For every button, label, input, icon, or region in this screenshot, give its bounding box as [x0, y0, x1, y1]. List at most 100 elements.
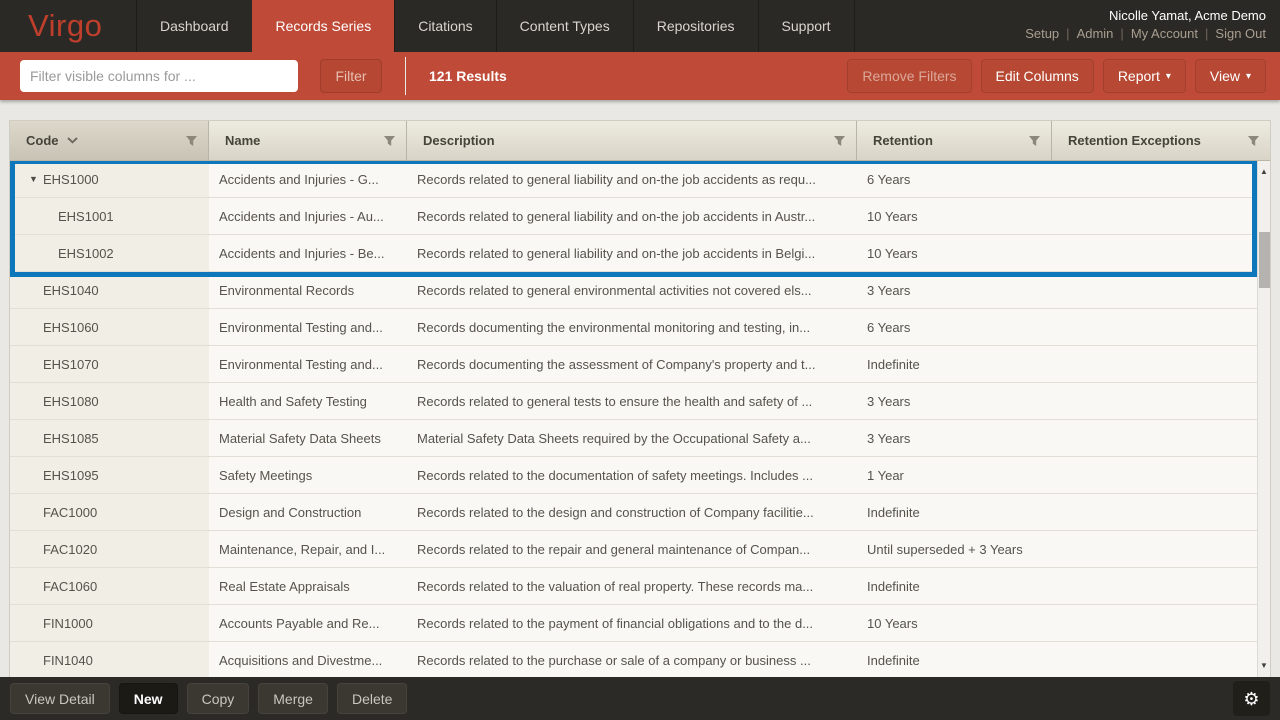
row-description: Records related to the valuation of real…	[417, 579, 813, 594]
row-code: FAC1060	[43, 579, 97, 594]
filter-funnel-icon[interactable]	[1028, 135, 1041, 147]
table-row[interactable]: EHS1002Accidents and Injuries - Be...Rec…	[10, 235, 1257, 272]
table-row[interactable]: EHS1080Health and Safety TestingRecords …	[10, 383, 1257, 420]
caret-down-icon: ▾	[1246, 71, 1251, 82]
row-retention: Indefinite	[867, 653, 920, 668]
row-name: Accidents and Injuries - G...	[219, 172, 379, 187]
main-nav-tabs: DashboardRecords SeriesCitationsContent …	[136, 0, 855, 52]
table-row[interactable]: FAC1020 Maintenance, Repair, and I... Reco…	[10, 531, 1257, 568]
table-row[interactable]: EHS1060 Environmental Testing and... Recor…	[10, 309, 1257, 346]
column-label: Name	[225, 133, 260, 148]
row-retention: 10 Years	[867, 209, 918, 224]
table-row[interactable]: FAC1060 Real Estate Appraisals Records rel…	[10, 568, 1257, 605]
table-row[interactable]: EHS1040 Environmental Records Records rela…	[10, 272, 1257, 309]
scroll-down-arrow-icon[interactable]: ▼	[1258, 662, 1270, 670]
link-admin[interactable]: Admin	[1077, 26, 1114, 41]
records-table: Code Name Description Retention Retention Ex…	[9, 120, 1271, 677]
tab-citations[interactable]: Citations	[394, 0, 495, 52]
row-code: FAC1000	[43, 505, 97, 520]
link-sign-out[interactable]: Sign Out	[1215, 26, 1266, 41]
filter-columns-input[interactable]	[20, 60, 298, 92]
scroll-up-arrow-icon[interactable]: ▲	[1258, 168, 1270, 176]
tab-repositories[interactable]: Repositories	[633, 0, 758, 52]
column-label: Retention	[873, 133, 933, 148]
table-row[interactable]: EHS1070Environmental Testing and...Recor…	[10, 346, 1257, 383]
settings-gear-button[interactable]: ⚙	[1233, 681, 1270, 716]
row-description: Records related to the payment of financ…	[417, 616, 813, 631]
row-description: Records related to general liability and…	[417, 172, 816, 187]
table-row[interactable]: FIN1040Acquisitions and Divestme...Recor…	[10, 642, 1257, 677]
column-header-description[interactable]: Description	[407, 121, 857, 160]
filter-button[interactable]: Filter	[320, 59, 382, 93]
row-name: Real Estate Appraisals	[219, 579, 350, 594]
table-row[interactable]: EHS1001Accidents and Injuries - Au...Rec…	[10, 198, 1257, 235]
tab-content-types[interactable]: Content Types	[496, 0, 633, 52]
sort-desc-icon	[67, 137, 78, 144]
row-name: Safety Meetings	[219, 468, 312, 483]
action-bar: View Detail New Copy Merge Delete ⚙	[0, 677, 1280, 720]
row-retention: 10 Years	[867, 246, 918, 261]
row-code: EHS1001	[58, 209, 114, 224]
filter-funnel-icon[interactable]	[1247, 135, 1260, 147]
link-separator: |	[1066, 26, 1069, 41]
remove-filters-button[interactable]: Remove Filters	[847, 59, 971, 93]
edit-columns-button[interactable]: Edit Columns	[981, 59, 1094, 93]
row-description: Records related to the documentation of …	[417, 468, 813, 483]
row-description: Records related to the purchase or sale …	[417, 653, 811, 668]
new-button[interactable]: New	[119, 683, 178, 714]
row-code: FAC1020	[43, 542, 97, 557]
view-detail-button[interactable]: View Detail	[10, 683, 110, 714]
tab-support[interactable]: Support	[758, 0, 855, 52]
table-row[interactable]: FAC1000Design and ConstructionRecords re…	[10, 494, 1257, 531]
row-name: Environmental Records	[219, 283, 354, 298]
view-label: View	[1210, 68, 1240, 84]
scrollbar-thumb[interactable]	[1259, 232, 1270, 288]
row-description: Records documenting the assessment of Co…	[417, 357, 815, 372]
row-description: Records related to general environmental…	[417, 283, 812, 298]
link-my-account[interactable]: My Account	[1131, 26, 1198, 41]
row-retention: Indefinite	[867, 579, 920, 594]
row-name: Maintenance, Repair, and I...	[219, 542, 385, 557]
column-header-retention[interactable]: Retention	[857, 121, 1052, 160]
table-row[interactable]: EHS1095Safety MeetingsRecords related to…	[10, 457, 1257, 494]
row-name: Accidents and Injuries - Au...	[219, 209, 384, 224]
table-row[interactable]: EHS1085Material Safety Data SheetsMateri…	[10, 420, 1257, 457]
row-description: Records related to general liability and…	[417, 246, 815, 261]
row-description: Records related to the repair and genera…	[417, 542, 810, 557]
column-header-code[interactable]: Code	[10, 121, 209, 160]
link-separator: |	[1120, 26, 1123, 41]
table-row[interactable]: ▼EHS1000Accidents and Injuries - G...Rec…	[10, 161, 1257, 198]
tab-records-series[interactable]: Records Series	[252, 0, 395, 52]
row-retention: 1 Year	[867, 468, 904, 483]
row-name: Environmental Testing and...	[219, 320, 383, 335]
app-logo[interactable]: Virgo	[0, 0, 136, 52]
copy-button[interactable]: Copy	[187, 683, 250, 714]
column-label: Description	[423, 133, 495, 148]
collapse-icon[interactable]: ▼	[29, 174, 38, 184]
results-count: 121 Results	[429, 68, 507, 84]
report-dropdown-button[interactable]: Report ▾	[1103, 59, 1186, 93]
merge-button[interactable]: Merge	[258, 683, 328, 714]
tab-dashboard[interactable]: Dashboard	[136, 0, 252, 52]
row-code: EHS1070	[43, 357, 99, 372]
column-header-name[interactable]: Name	[209, 121, 407, 160]
report-label: Report	[1118, 68, 1160, 84]
filter-funnel-icon[interactable]	[383, 135, 396, 147]
row-description: Records documenting the environmental mo…	[417, 320, 810, 335]
link-setup[interactable]: Setup	[1025, 26, 1059, 41]
row-code: EHS1040	[43, 283, 99, 298]
row-description: Material Safety Data Sheets required by …	[417, 431, 811, 446]
vertical-scrollbar[interactable]: ▲ ▼	[1257, 161, 1270, 677]
filter-funnel-icon[interactable]	[833, 135, 846, 147]
user-area: Nicolle Yamat, Acme Demo Setup|Admin|My …	[1025, 0, 1280, 52]
table-row[interactable]: FIN1000Accounts Payable and Re...Records…	[10, 605, 1257, 642]
delete-button[interactable]: Delete	[337, 683, 407, 714]
table-header-row: Code Name Description Retention Retention Ex…	[10, 121, 1270, 161]
filter-funnel-icon[interactable]	[185, 135, 198, 147]
row-code: EHS1002	[58, 246, 114, 261]
table-body: ▼EHS1000Accidents and Injuries - G...Rec…	[10, 161, 1270, 677]
view-dropdown-button[interactable]: View ▾	[1195, 59, 1266, 93]
column-header-retention-exceptions[interactable]: Retention Exceptions	[1052, 121, 1270, 160]
row-code: EHS1060	[43, 320, 99, 335]
row-retention: 10 Years	[867, 616, 918, 631]
